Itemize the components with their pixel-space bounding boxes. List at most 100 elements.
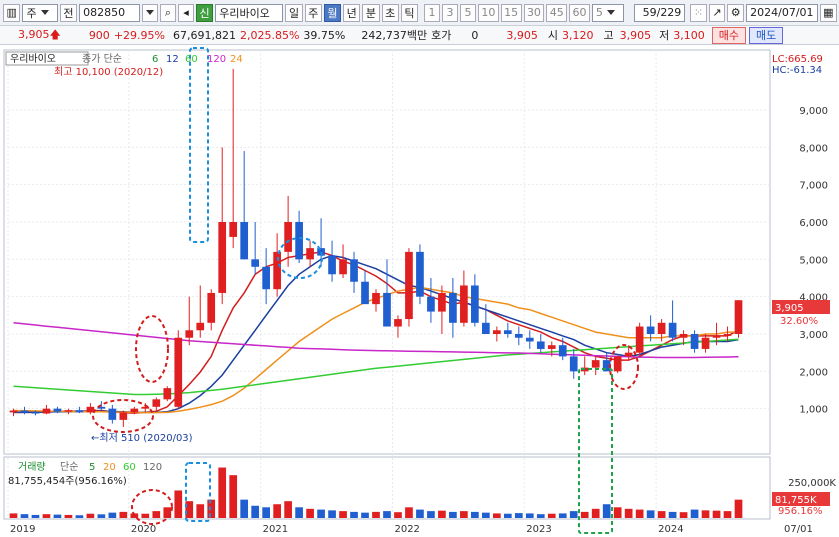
code-input[interactable]: 082850 [79, 3, 140, 22]
quote-volume-ratio: 2,025.85% [239, 28, 300, 42]
panel-icon[interactable]: ▥ [3, 3, 21, 22]
candle-body [185, 330, 194, 338]
grid-icon[interactable]: ⁙ [690, 3, 707, 22]
candle-body [284, 222, 292, 252]
price-tick-label: 5,000 [799, 255, 828, 266]
quote-low: 3,100 [673, 28, 705, 42]
quote-current: 3,905 [506, 28, 538, 42]
quote-low-label: 저 [659, 29, 670, 42]
time-tick-label: 2019 [10, 524, 35, 535]
sound-icon[interactable]: ◂ [177, 3, 194, 22]
legend-ma-label: 종가 단순 [82, 53, 122, 65]
volume-bar [9, 513, 18, 518]
volume-bar [514, 513, 523, 518]
volume-bar [416, 509, 424, 518]
interval-15-button[interactable]: 15 [500, 3, 522, 22]
market-select-value: 주 [26, 6, 37, 20]
candle-body [383, 292, 391, 327]
market-select[interactable]: 주 [22, 3, 58, 22]
quote-high-label: 고 [603, 29, 614, 42]
volume-bar [624, 508, 633, 518]
volume-bar [657, 511, 666, 518]
volume-bar [569, 511, 578, 518]
chevron-down-icon [145, 10, 154, 15]
candle-body [42, 408, 51, 414]
candle-body [613, 356, 622, 372]
chart-tool-icon[interactable]: ↗ [708, 3, 726, 22]
candle-body [350, 259, 358, 282]
period-day-button[interactable]: 일 [285, 3, 303, 22]
interval-1-button[interactable]: 1 [424, 3, 441, 22]
candle-body [416, 251, 424, 297]
candle-body [295, 222, 303, 260]
volume-bar [306, 508, 314, 518]
interval-3-button[interactable]: 3 [442, 3, 459, 22]
up-arrow-icon: 🡅 [49, 27, 61, 41]
legend-ma6: 6 [152, 54, 158, 65]
volume-bar [196, 504, 205, 518]
volume-bar [174, 490, 183, 518]
volume-bar [471, 511, 479, 518]
price-tick-label: 3,000 [799, 330, 828, 341]
interval-select[interactable]: 5 [591, 3, 624, 22]
buy-button[interactable]: 매수 [711, 26, 746, 44]
volume-bar [207, 499, 216, 518]
candle-body [558, 345, 567, 357]
volume-bar [64, 514, 73, 518]
candle-body [734, 300, 743, 334]
date-field[interactable]: 2024/07/01 [746, 3, 818, 22]
hc-label: HC:-61.34 [772, 65, 822, 76]
period-week-button[interactable]: 주 [304, 3, 322, 22]
low-annotation: ←최저 510 (2020/03) [91, 432, 193, 444]
stock-name-field: 우리바이오 [215, 3, 284, 22]
candle-body [218, 222, 227, 293]
period-year-button[interactable]: 년 [343, 3, 361, 22]
period-tick-button[interactable]: 틱 [400, 3, 419, 22]
volume-bar [229, 475, 238, 518]
interval-10-button[interactable]: 10 [478, 3, 499, 22]
volume-bar [328, 510, 336, 518]
volume-bar [503, 513, 512, 518]
sell-button[interactable]: 매도 [748, 26, 784, 44]
time-tick-label: 2024 [658, 524, 683, 535]
interval-30-button[interactable]: 30 [523, 3, 545, 22]
stock-chart[interactable]: 1,0002,0003,0004,0005,0006,0007,0008,000… [0, 46, 839, 537]
price-tick-label: 2,000 [799, 367, 828, 378]
interval-5-button[interactable]: 5 [460, 3, 477, 22]
quote-bar: 3,905🡅 900 +29.95% 67,691,821 2,025.85% … [0, 26, 839, 45]
period-month-button[interactable]: 월 [323, 3, 342, 22]
candle-body [394, 319, 402, 327]
volume-bar [262, 507, 270, 518]
volume-bar [108, 512, 117, 518]
volume-bar [42, 514, 51, 518]
quote-price: 3,905🡅 [18, 26, 61, 45]
period-minute-button[interactable]: 분 [362, 3, 380, 22]
volume-bar [86, 513, 95, 518]
volume-bar [152, 511, 161, 518]
candle-body [679, 334, 688, 338]
search-icon[interactable]: ⌕ [159, 3, 176, 22]
time-tick-label: 2022 [394, 524, 419, 535]
candle-body [482, 322, 490, 334]
quote-amount: 242,737백만 [361, 29, 428, 42]
period-second-button[interactable]: 초 [381, 3, 399, 22]
code-dropdown-button[interactable] [141, 3, 158, 22]
interval-select-value: 5 [595, 6, 603, 19]
candle-body [9, 410, 18, 413]
interval-45-button[interactable]: 45 [546, 3, 568, 22]
price-tick-label: 9,000 [799, 106, 828, 117]
volume-bar [163, 507, 172, 518]
candle-body [723, 334, 732, 336]
candle-body [262, 266, 270, 290]
all-button[interactable]: 전 [59, 3, 78, 22]
settings-icon[interactable]: ⚙ [727, 3, 745, 22]
volume-bar [97, 514, 106, 518]
candle-body [306, 248, 314, 260]
candle-body [438, 292, 446, 312]
candle-body [492, 330, 501, 334]
candle-body [646, 326, 655, 334]
interval-60-button[interactable]: 60 [569, 3, 590, 22]
calendar-icon[interactable]: ▦ [819, 3, 838, 22]
vol-legend-p120: 120 [143, 462, 162, 473]
price-tick-label: 6,000 [799, 218, 828, 229]
